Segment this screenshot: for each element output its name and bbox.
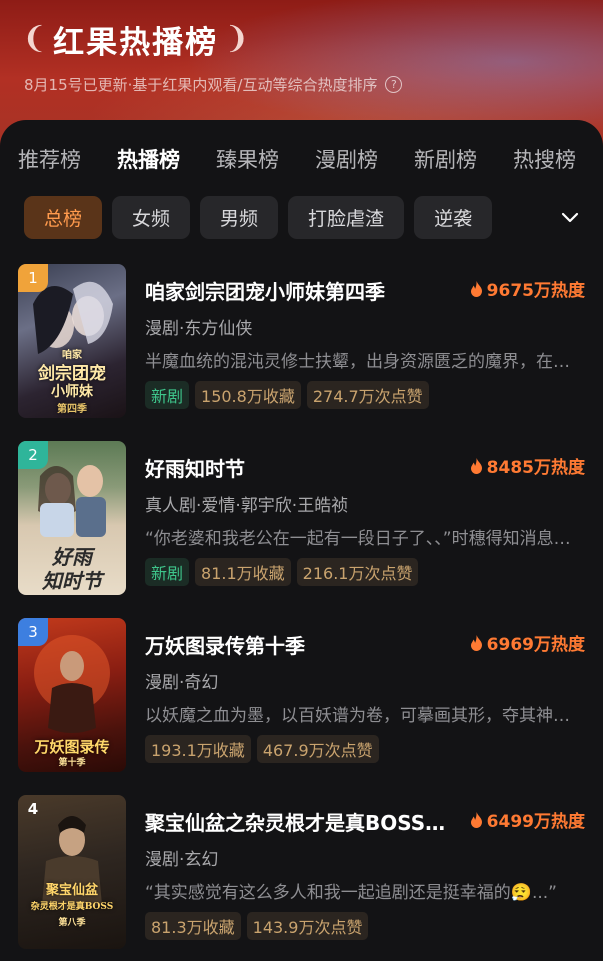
ranking-panel: 推荐榜 热播榜 臻果榜 漫剧榜 新剧榜 热搜榜 总榜 女频 男频 打脸虐渣 逆袭 — [0, 120, 603, 961]
heat-value: 9675万热度 — [486, 281, 585, 301]
new-badge: 新剧 — [145, 381, 190, 409]
flame-icon — [470, 457, 482, 474]
tab-premium[interactable]: 臻果榜 — [216, 144, 279, 174]
poster-image[interactable]: 3 万妖图录传 第十季 — [18, 618, 126, 772]
tag-row: 新剧 81.1万收藏 216.1万次点赞 — [145, 558, 419, 586]
description: “其实感觉有这么多人和我一起追剧还是挺幸福的😮‍💨...” — [145, 883, 557, 903]
favorites-count: 193.1万收藏 — [145, 735, 251, 763]
genre-meta: 真人剧·爱情·郭宇欣·王皓祯 — [145, 496, 349, 516]
list-item[interactable]: 1 咱家 剑宗团宠 小师妹 第四季 咱家剑宗团宠小师妹第四季 9675万热度 漫… — [0, 264, 603, 424]
filter-chips: 总榜 女频 男频 打脸虐渣 逆袭 — [24, 196, 493, 239]
right-laurel-icon: ❩ — [224, 21, 250, 56]
likes-count: 143.9万次点赞 — [246, 912, 369, 940]
drama-title[interactable]: 万妖图录传第十季 — [145, 630, 305, 659]
poster-image[interactable]: 1 咱家 剑宗团宠 小师妹 第四季 — [18, 264, 126, 418]
tag-row: 81.3万收藏 143.9万次点赞 — [145, 912, 369, 940]
poster-caption: 第四季 — [57, 404, 87, 415]
genre-meta: 漫剧·东方仙侠 — [145, 319, 253, 339]
drama-title[interactable]: 咱家剑宗团宠小师妹第四季 — [145, 276, 385, 305]
ranking-title: ❨ 红果热播榜 ❩ — [22, 14, 249, 64]
rank-badge: 3 — [18, 618, 48, 646]
poster-caption: 杂灵根才是真BOSS — [30, 902, 114, 912]
description: “你老婆和我老公在一起有一段日子了、、”时穗得知消息后陷入沉思 — [145, 529, 585, 549]
new-badge: 新剧 — [145, 558, 190, 586]
page-title: 红果热播榜 — [53, 24, 219, 61]
poster-caption: 第十季 — [58, 758, 86, 768]
help-icon[interactable]: ? — [385, 75, 403, 93]
filter-female[interactable]: 女频 — [112, 196, 191, 239]
left-laurel-icon: ❨ — [22, 21, 48, 56]
drama-title[interactable]: 好雨知时节 — [145, 453, 245, 482]
update-info: 8月15号已更新·基于红果内观看/互动等综合热度排序 ? — [24, 72, 403, 96]
tag-row: 新剧 150.8万收藏 274.7万次点赞 — [145, 381, 429, 409]
genre-meta: 漫剧·奇幻 — [145, 673, 219, 693]
favorites-count: 81.1万收藏 — [195, 558, 291, 586]
list-item[interactable]: 3 万妖图录传 第十季 万妖图录传第十季 6969万热度 漫剧·奇幻 以妖魔之血… — [0, 618, 603, 778]
tab-new[interactable]: 新剧榜 — [414, 144, 477, 174]
description: 半魔血统的混沌灵修士扶颦，出身资源匮乏的魔界，在宗门中努力修炼成长 — [145, 352, 585, 372]
likes-count: 274.7万次点赞 — [306, 381, 429, 409]
rank-badge: 1 — [18, 264, 48, 292]
genre-meta: 漫剧·玄幻 — [145, 850, 219, 870]
tab-hot[interactable]: 热播榜 — [117, 144, 180, 174]
drama-title[interactable]: 聚宝仙盆之杂灵根才是真BOSS第八季 — [145, 807, 455, 836]
likes-count: 216.1万次点赞 — [296, 558, 419, 586]
tab-comic[interactable]: 漫剧榜 — [315, 144, 378, 174]
tab-trending-search[interactable]: 热搜榜 — [513, 144, 576, 174]
update-text: 8月15号已更新·基于红果内观看/互动等综合热度排序 — [24, 75, 378, 94]
likes-count: 467.9万次点赞 — [256, 735, 379, 763]
filter-male[interactable]: 男频 — [200, 196, 279, 239]
poster-caption: 第八季 — [58, 918, 86, 928]
rank-badge: 2 — [18, 441, 48, 469]
description: 以妖魔之血为墨，以百妖谱为卷，可摹画其形，夺其神通万妖归一 — [145, 706, 585, 726]
heat-score: 8485万热度 — [470, 453, 585, 478]
filter-comeback[interactable]: 逆袭 — [414, 196, 493, 239]
list-item[interactable]: 4 聚宝仙盆 杂灵根才是真BOSS 第八季 聚宝仙盆之杂灵根才是真BOSS第八季… — [0, 795, 603, 955]
poster-caption: 小师妹 — [51, 384, 93, 400]
poster-caption: 万妖图录传 — [34, 738, 110, 756]
heat-value: 6499万热度 — [486, 812, 585, 832]
chevron-down-icon[interactable] — [559, 206, 581, 228]
flame-icon — [470, 280, 482, 297]
heat-value: 8485万热度 — [486, 458, 585, 478]
heat-score: 9675万热度 — [470, 276, 585, 301]
poster-caption: 知时节 — [42, 569, 102, 593]
poster-image[interactable]: 4 聚宝仙盆 杂灵根才是真BOSS 第八季 — [18, 795, 126, 949]
filter-all[interactable]: 总榜 — [24, 196, 103, 239]
tag-row: 193.1万收藏 467.9万次点赞 — [145, 735, 379, 763]
heat-value: 6969万热度 — [486, 635, 585, 655]
list-item[interactable]: 2 好雨 知时节 好雨知时节 8485万热度 真人剧·爱情·郭宇欣·王皓祯 “你… — [0, 441, 603, 601]
rank-badge: 4 — [27, 800, 39, 818]
tab-recommend[interactable]: 推荐榜 — [18, 144, 81, 174]
favorites-count: 81.3万收藏 — [145, 912, 241, 940]
flame-icon — [470, 634, 482, 651]
heat-score: 6499万热度 — [470, 807, 585, 832]
heat-score: 6969万热度 — [470, 630, 585, 655]
filter-revenge[interactable]: 打脸虐渣 — [288, 196, 405, 239]
tab-bar: 推荐榜 热播榜 臻果榜 漫剧榜 新剧榜 热搜榜 — [0, 120, 590, 200]
favorites-count: 150.8万收藏 — [195, 381, 301, 409]
poster-image[interactable]: 2 好雨 知时节 — [18, 441, 126, 595]
poster-caption: 聚宝仙盆 — [45, 883, 98, 898]
flame-icon — [470, 811, 482, 828]
